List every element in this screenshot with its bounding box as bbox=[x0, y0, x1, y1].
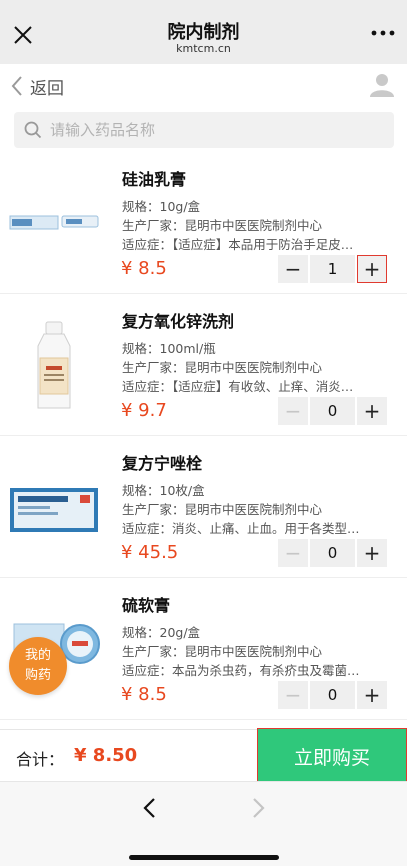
product-indication: 适应症：【适应症】有收敛、止痒、消炎… bbox=[122, 379, 354, 394]
product-indication: 适应症：本品为杀虫药，有杀疥虫及霉菌… bbox=[122, 663, 360, 678]
product-name: 硫软膏 bbox=[122, 596, 171, 615]
quantity-value[interactable]: 0 bbox=[310, 539, 355, 567]
increase-button[interactable]: + bbox=[357, 539, 387, 567]
product-maker: 生产厂家：昆明市中医医院制剂中心 bbox=[122, 360, 323, 375]
nav-bar: 返回 bbox=[0, 64, 407, 108]
decrease-button[interactable]: − bbox=[278, 397, 308, 425]
chevron-right-icon[interactable] bbox=[246, 796, 270, 820]
product-image bbox=[9, 215, 99, 230]
quantity-stepper: − 0 + bbox=[278, 397, 387, 425]
product-price: ¥ 45.5 bbox=[121, 542, 179, 563]
page-title: 院内制剂 bbox=[167, 22, 240, 43]
chevron-left-icon[interactable] bbox=[138, 796, 162, 820]
product-spec: 规格：100ml/瓶 bbox=[122, 341, 216, 356]
quantity-value[interactable]: 0 bbox=[310, 681, 355, 709]
product-spec: 规格：10g/盒 bbox=[122, 199, 201, 214]
product-name: 硅油乳膏 bbox=[122, 170, 187, 189]
user-icon[interactable] bbox=[369, 72, 395, 98]
product-name: 复方宁唑栓 bbox=[122, 454, 203, 473]
product-price: ¥ 8.5 bbox=[121, 258, 167, 279]
product-spec: 规格：10枚/盒 bbox=[122, 483, 205, 498]
cart-bar: 合计： ¥ 8.50 立即购买 bbox=[0, 728, 407, 784]
product-price: ¥ 8.5 bbox=[121, 684, 167, 705]
chevron-left-icon bbox=[11, 76, 22, 96]
product-image bbox=[10, 488, 98, 532]
total-amount: ¥ 8.50 bbox=[74, 745, 138, 766]
search-bar bbox=[14, 112, 394, 148]
increase-button[interactable]: + bbox=[357, 681, 387, 709]
increase-button[interactable]: + bbox=[357, 397, 387, 425]
product-item[interactable]: 复方宁唑栓 规格：10枚/盒 生产厂家：昆明市中医医院制剂中心 适应症：消炎、止… bbox=[0, 436, 407, 578]
quantity-stepper: − 0 + bbox=[278, 681, 387, 709]
my-purchases-button[interactable]: 我的 购药 bbox=[9, 637, 67, 695]
search-input[interactable] bbox=[50, 121, 370, 139]
back-label: 返回 bbox=[30, 78, 64, 99]
quantity-stepper: − 0 + bbox=[278, 539, 387, 567]
page-domain: kmtcm.cn bbox=[176, 42, 231, 55]
decrease-button[interactable]: − bbox=[278, 539, 308, 567]
home-indicator bbox=[129, 855, 279, 860]
total-label: 合计： bbox=[16, 750, 65, 769]
product-indication: 适应症：【适应症】本品用于防治手足皮… bbox=[122, 237, 354, 252]
browser-bottom-bar bbox=[0, 781, 407, 866]
search-icon bbox=[24, 121, 42, 139]
product-indication: 适应症：消炎、止痛、止血。用于各类型… bbox=[122, 521, 360, 536]
product-item[interactable]: 复方氧化锌洗剂 规格：100ml/瓶 生产厂家：昆明市中医医院制剂中心 适应症：… bbox=[0, 294, 407, 436]
product-image bbox=[37, 321, 71, 409]
more-icon[interactable] bbox=[371, 28, 395, 38]
product-price: ¥ 9.7 bbox=[121, 400, 167, 421]
product-spec: 规格：20g/盒 bbox=[122, 625, 201, 640]
title-bar: 院内制剂 kmtcm.cn bbox=[0, 0, 407, 64]
quantity-value[interactable]: 1 bbox=[310, 255, 355, 283]
fab-label-line2: 购药 bbox=[24, 668, 51, 683]
buy-now-button[interactable]: 立即购买 bbox=[257, 728, 407, 784]
increase-button[interactable]: + bbox=[357, 255, 387, 283]
product-maker: 生产厂家：昆明市中医医院制剂中心 bbox=[122, 502, 323, 517]
quantity-stepper: − 1 + bbox=[278, 255, 387, 283]
back-button[interactable]: 返回 bbox=[10, 72, 64, 100]
quantity-value[interactable]: 0 bbox=[310, 397, 355, 425]
fab-label-line1: 我的 bbox=[24, 648, 51, 663]
product-maker: 生产厂家：昆明市中医医院制剂中心 bbox=[122, 218, 323, 233]
product-name: 复方氧化锌洗剂 bbox=[122, 312, 235, 331]
product-maker: 生产厂家：昆明市中医医院制剂中心 bbox=[122, 644, 323, 659]
product-item[interactable]: 硅油乳膏 规格：10g/盒 生产厂家：昆明市中医医院制剂中心 适应症：【适应症】… bbox=[0, 152, 407, 294]
decrease-button[interactable]: − bbox=[278, 681, 308, 709]
decrease-button[interactable]: − bbox=[278, 255, 308, 283]
